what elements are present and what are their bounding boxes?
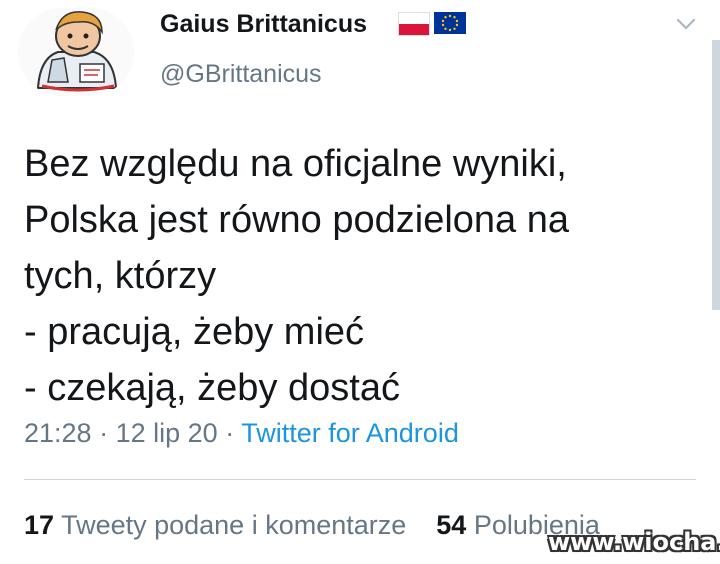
tweet-line: tych, którzy	[24, 255, 217, 297]
watermark: www.wiocha.pl	[548, 528, 720, 556]
tweet-line: - pracują, żeby mieć	[24, 311, 365, 353]
retweets-count[interactable]: 17	[24, 510, 54, 540]
tweet-meta: 21:28 · 12 lip 20 · Twitter for Android	[24, 418, 459, 449]
tweet-line: Polska jest równo podzielona na	[24, 199, 570, 241]
divider	[24, 479, 696, 480]
poland-flag-icon	[398, 12, 430, 36]
avatar-image	[18, 8, 134, 96]
tweet-source-link[interactable]: Twitter for Android	[241, 418, 459, 448]
avatar[interactable]	[18, 8, 134, 96]
eu-flag-icon	[434, 12, 466, 34]
meta-separator: ·	[225, 418, 235, 448]
tweet-line: - czekają, żeby dostać	[24, 367, 400, 409]
tweet-text: Bez względu na oficjalne wyniki, Polska …	[24, 136, 704, 416]
retweets-label[interactable]: Tweety podane i komentarze	[61, 510, 406, 540]
tweet-stats: 17 Tweety podane i komentarze 54 Polubie…	[24, 510, 600, 541]
likes-count[interactable]: 54	[436, 510, 466, 540]
user-handle[interactable]: @GBrittanicus	[160, 60, 322, 89]
tweet-time[interactable]: 21:28	[24, 418, 92, 448]
display-name[interactable]: Gaius Brittanicus	[160, 10, 367, 39]
chevron-down-icon[interactable]	[674, 12, 698, 36]
tweet-date[interactable]: 12 lip 20	[116, 418, 218, 448]
meta-separator: ·	[99, 418, 109, 448]
tweet-line: Bez względu na oficjalne wyniki,	[24, 143, 567, 185]
scrollbar[interactable]	[712, 40, 720, 310]
profile-flags	[398, 12, 466, 36]
